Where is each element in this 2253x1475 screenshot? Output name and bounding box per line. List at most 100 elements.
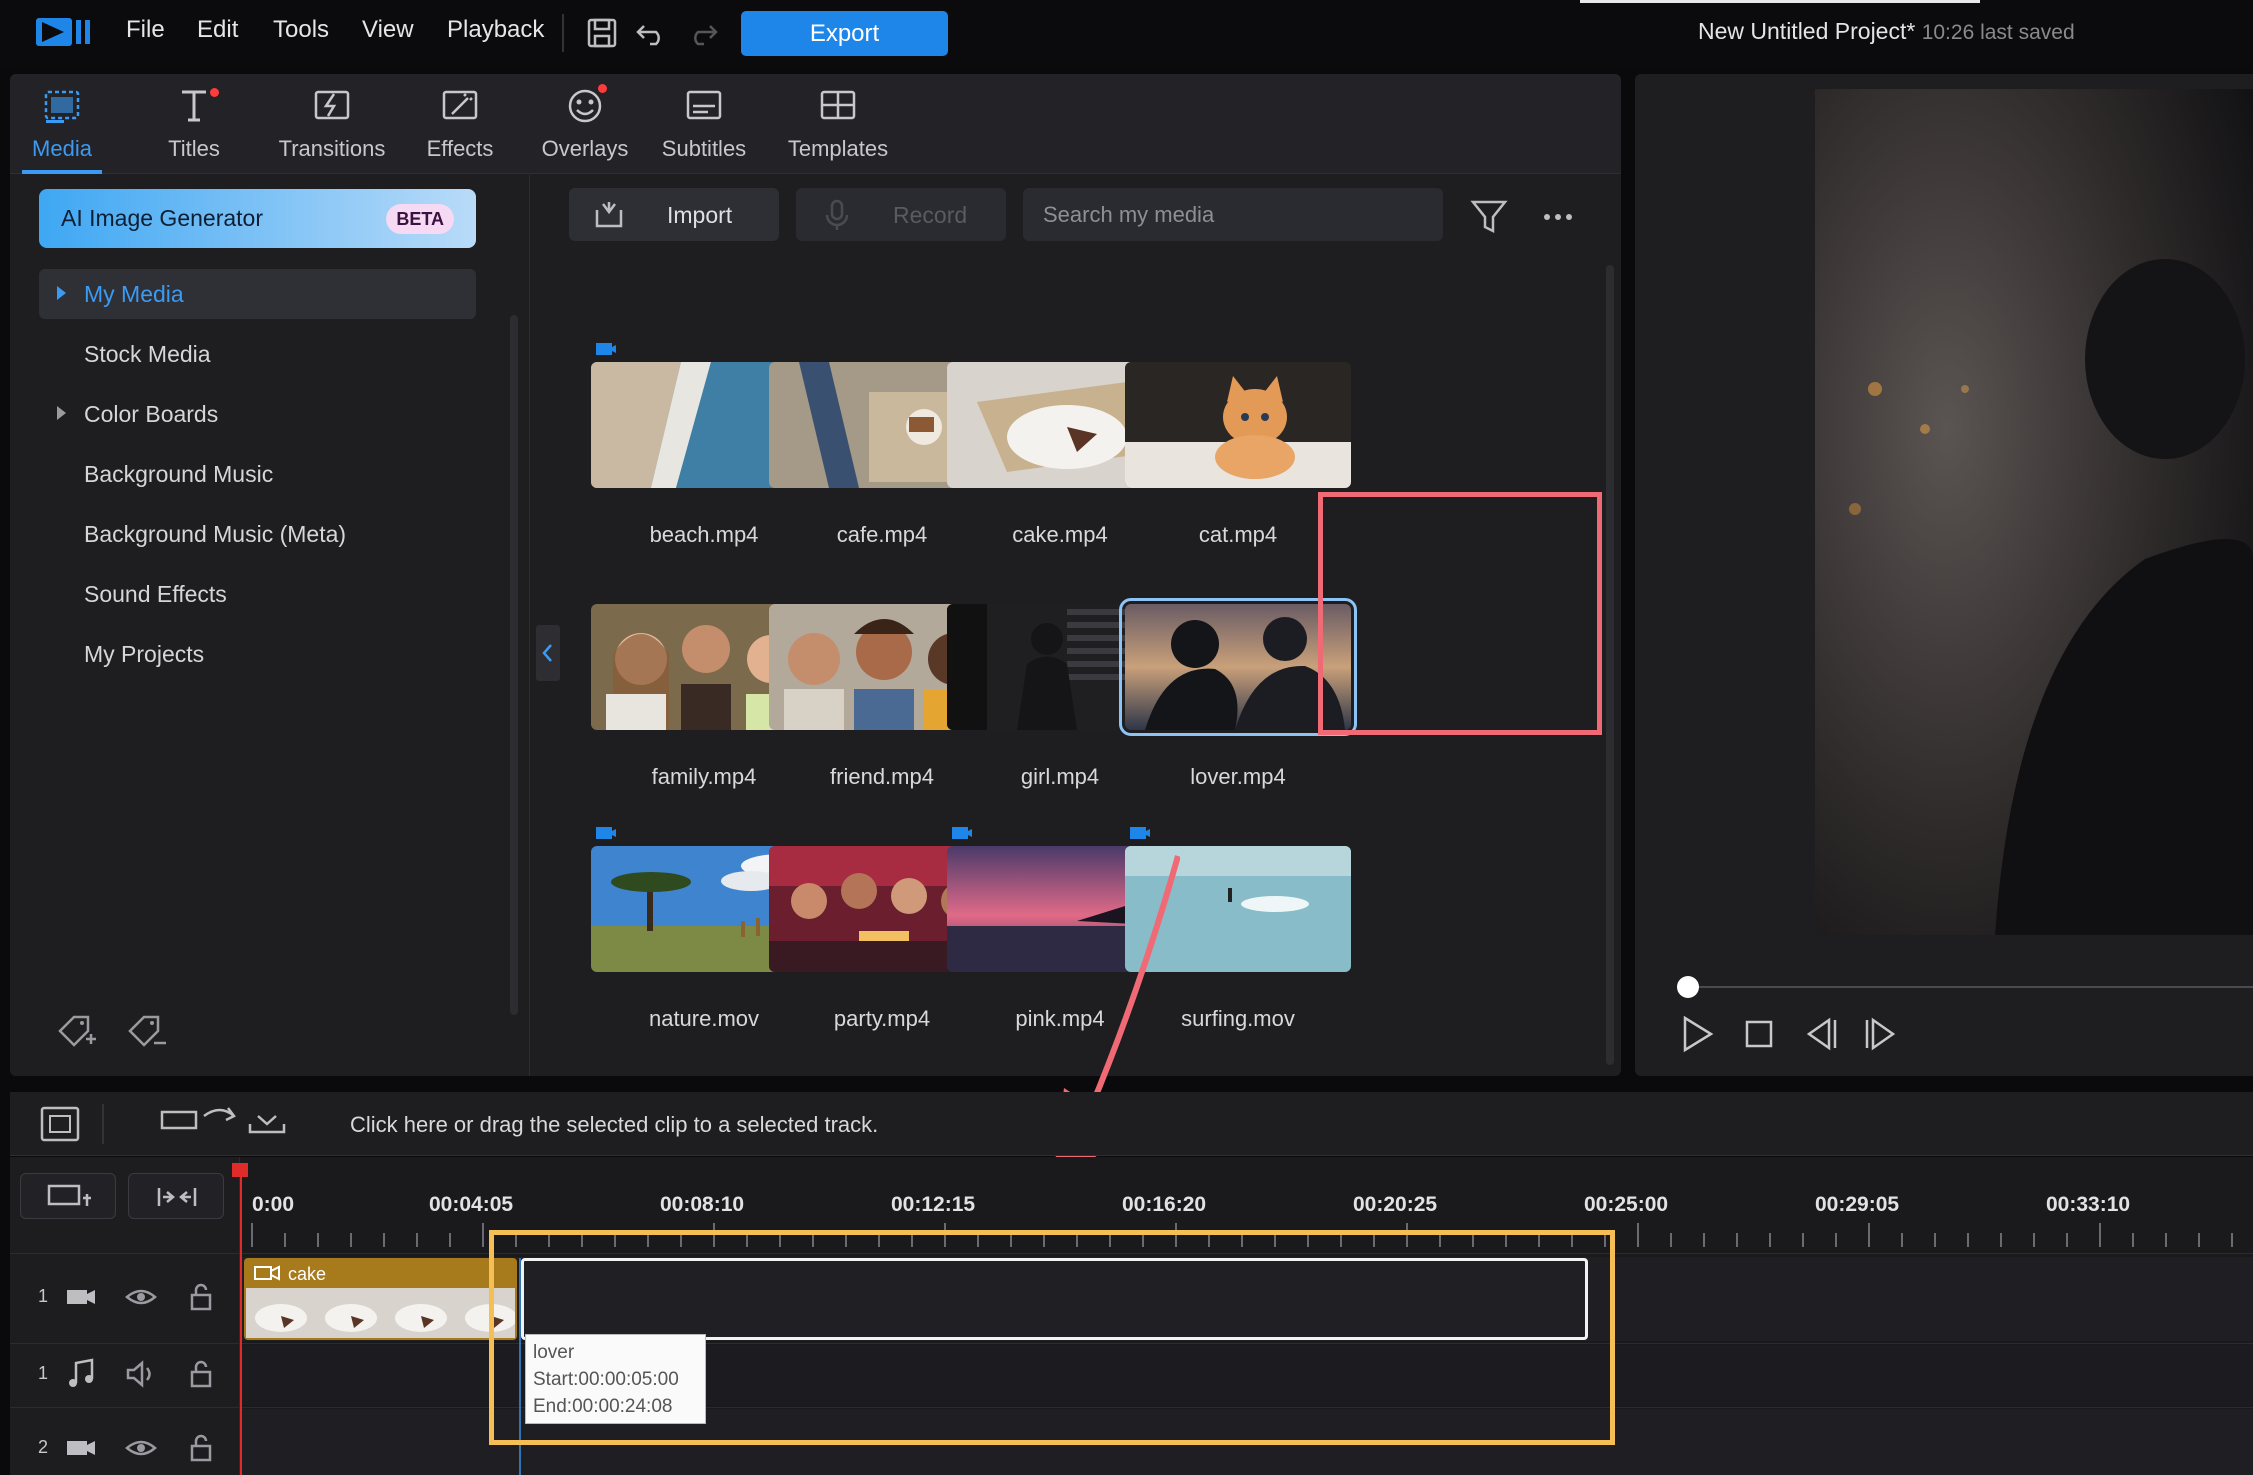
library-sidebar: AI Image Generator BETA My Media Stock M… bbox=[10, 175, 530, 1076]
play-icon[interactable] bbox=[1677, 1014, 1717, 1054]
preview-scrubber-track[interactable] bbox=[1690, 986, 2253, 988]
media-scrollbar[interactable] bbox=[1606, 265, 1614, 1065]
menu-view[interactable]: View bbox=[362, 16, 414, 44]
ruler-tick-label: 00:08:10 bbox=[660, 1193, 745, 1216]
track-number: 1 bbox=[38, 1363, 49, 1383]
titles-notification-dot bbox=[210, 88, 219, 97]
insert-clip-icon[interactable] bbox=[160, 1102, 296, 1144]
lock-icon[interactable] bbox=[184, 1357, 218, 1391]
overlays-notification-dot bbox=[598, 84, 607, 93]
sidebar-item-label: Stock Media bbox=[84, 340, 211, 367]
ruler-tick-label: 0:00 bbox=[252, 1193, 295, 1216]
stop-icon[interactable] bbox=[1739, 1014, 1779, 1054]
tab-effects-label: Effects bbox=[426, 136, 494, 161]
sidebar-item-my-media[interactable]: My Media bbox=[39, 269, 476, 319]
sidebar-item-label: My Media bbox=[84, 280, 184, 307]
menu-bar: File Edit Tools View Playback Export New… bbox=[0, 0, 2253, 66]
playhead-line[interactable] bbox=[240, 1163, 242, 1475]
add-track-button[interactable] bbox=[20, 1173, 116, 1219]
subtitles-icon bbox=[686, 90, 722, 120]
app-logo-icon bbox=[36, 18, 90, 46]
timeline-hint: Click here or drag the selected clip to … bbox=[350, 1112, 879, 1137]
previous-frame-icon[interactable] bbox=[1801, 1014, 1841, 1054]
clip-label: cake bbox=[288, 1264, 327, 1284]
menu-file[interactable]: File bbox=[126, 16, 165, 44]
redo-icon[interactable] bbox=[684, 12, 720, 52]
timeline-clip-cake[interactable]: cake bbox=[244, 1258, 517, 1340]
cat-thumbnail bbox=[1125, 362, 1351, 488]
video-badge-icon bbox=[596, 343, 616, 355]
sidebar-item-background-music[interactable]: Background Music bbox=[39, 449, 476, 499]
ruler-tick-label: 00:04:05 bbox=[429, 1193, 514, 1216]
sidebar-item-my-projects[interactable]: My Projects bbox=[39, 629, 476, 679]
undo-icon[interactable] bbox=[634, 12, 670, 52]
record-button[interactable]: Record bbox=[796, 188, 1006, 241]
tab-templates-label: Templates bbox=[787, 136, 889, 161]
ruler-tick-label: 00:16:20 bbox=[1122, 1193, 1207, 1216]
preview-panel bbox=[1635, 74, 2253, 1076]
highlight-box-timeline bbox=[489, 1230, 1615, 1445]
next-frame-icon[interactable] bbox=[1861, 1014, 1901, 1054]
fit-timeline-button[interactable] bbox=[128, 1173, 224, 1219]
eye-icon[interactable] bbox=[124, 1431, 158, 1465]
sidebar-item-stock-media[interactable]: Stock Media bbox=[39, 329, 476, 379]
sidebar-item-label: Background Music (Meta) bbox=[84, 520, 347, 547]
speaker-icon[interactable] bbox=[124, 1357, 158, 1391]
remove-tag-icon[interactable] bbox=[124, 1011, 168, 1051]
track-number: 2 bbox=[38, 1437, 49, 1457]
window-top-line bbox=[1580, 0, 1980, 3]
menu-edit[interactable]: Edit bbox=[197, 16, 238, 44]
preview-scrubber-handle[interactable] bbox=[1677, 976, 1699, 998]
tab-templates[interactable]: Templates bbox=[778, 84, 898, 174]
tab-effects[interactable]: Effects bbox=[415, 84, 505, 174]
sidebar-scrollbar[interactable] bbox=[510, 315, 518, 1015]
ai-image-generator-button[interactable]: AI Image Generator BETA bbox=[39, 189, 476, 248]
project-title: New Untitled Project* 10:26 last saved bbox=[1698, 18, 2075, 45]
clip-thumbnails bbox=[246, 1288, 515, 1338]
tab-overlays-label: Overlays bbox=[541, 136, 629, 161]
ruler-tick-label: 00:29:05 bbox=[1815, 1193, 1900, 1216]
last-saved-time: 10:26 last saved bbox=[1921, 21, 2075, 44]
timeline-toolbar: Click here or drag the selected clip to … bbox=[10, 1092, 2253, 1156]
expand-arrow-icon[interactable] bbox=[57, 286, 66, 300]
fit-timeline-icon bbox=[157, 1188, 197, 1206]
tab-titles-label: Titles bbox=[168, 136, 220, 161]
video-badge-icon bbox=[596, 827, 616, 839]
import-button[interactable]: Import bbox=[569, 188, 779, 241]
menu-tools[interactable]: Tools bbox=[273, 16, 329, 44]
more-options-icon[interactable] bbox=[1538, 197, 1578, 237]
export-button[interactable]: Export bbox=[741, 11, 948, 56]
expand-arrow-icon[interactable] bbox=[57, 406, 66, 420]
ruler-tick-label: 00:33:10 bbox=[2046, 1193, 2131, 1216]
tab-transitions-label: Transitions bbox=[278, 136, 386, 161]
ai-image-generator-label: AI Image Generator bbox=[61, 205, 263, 231]
sidebar-item-background-music-meta[interactable]: Background Music (Meta) bbox=[39, 509, 476, 559]
save-icon[interactable] bbox=[584, 12, 620, 52]
lock-icon[interactable] bbox=[184, 1431, 218, 1465]
tab-subtitles[interactable]: Subtitles bbox=[654, 84, 754, 174]
import-label: Import bbox=[667, 202, 733, 228]
filter-icon[interactable] bbox=[1468, 195, 1510, 237]
timeline-view-icon[interactable] bbox=[38, 1104, 82, 1144]
effects-icon bbox=[442, 90, 478, 120]
tab-media[interactable]: Media bbox=[22, 84, 102, 174]
eye-icon[interactable] bbox=[124, 1280, 158, 1314]
lock-icon[interactable] bbox=[184, 1280, 218, 1314]
track-header-video-2: 2 bbox=[10, 1419, 240, 1475]
sidebar-item-color-boards[interactable]: Color Boards bbox=[39, 389, 476, 439]
tab-titles[interactable]: Titles bbox=[154, 84, 234, 174]
menu-playback[interactable]: Playback bbox=[447, 16, 544, 44]
tab-overlays[interactable]: Overlays bbox=[535, 84, 635, 174]
sidebar-item-label: Color Boards bbox=[84, 400, 219, 427]
add-track-icon bbox=[47, 1184, 91, 1206]
sidebar-item-sound-effects[interactable]: Sound Effects bbox=[39, 569, 476, 619]
add-tag-icon[interactable] bbox=[54, 1011, 98, 1051]
media-name: lover.mp4 bbox=[1190, 764, 1286, 789]
beta-badge: BETA bbox=[386, 204, 454, 234]
room-tabs: Media Titles Transitions Effects Overlay… bbox=[10, 74, 1621, 174]
tab-transitions[interactable]: Transitions bbox=[272, 84, 392, 174]
search-input[interactable] bbox=[1023, 188, 1443, 241]
tab-subtitles-label: Subtitles bbox=[661, 136, 747, 161]
video-track-icon bbox=[67, 1290, 95, 1304]
video-clip-icon bbox=[254, 1265, 280, 1281]
